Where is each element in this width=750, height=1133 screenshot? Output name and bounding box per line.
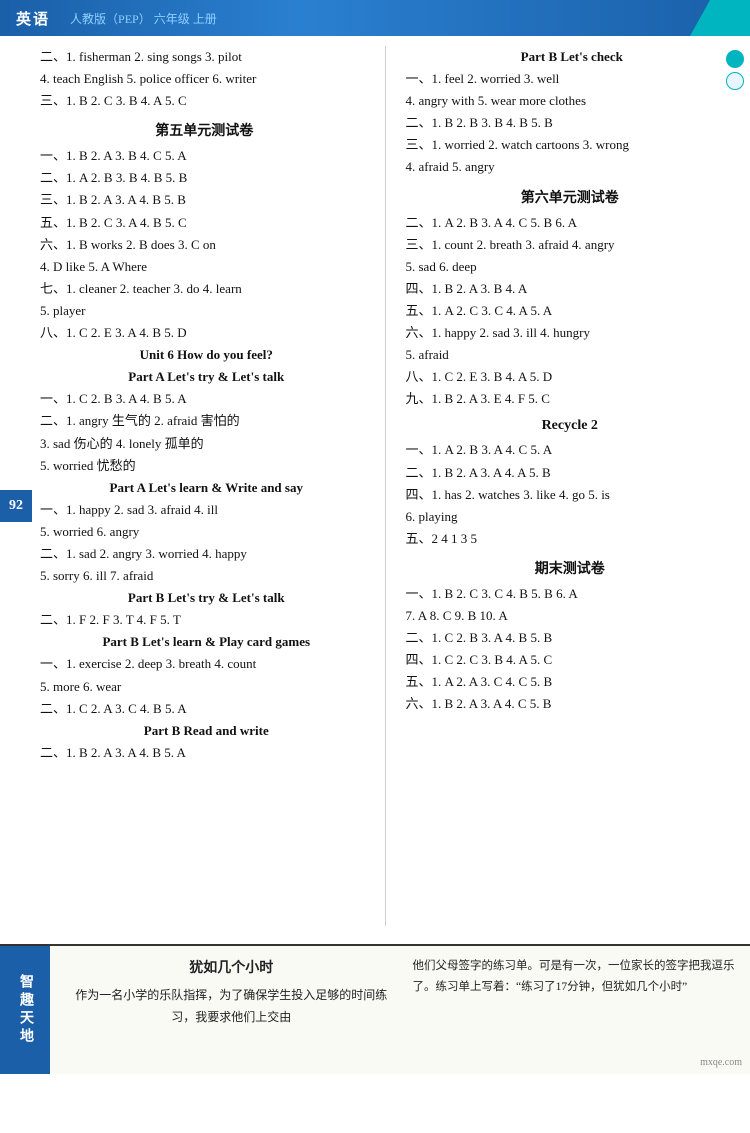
list-item: 六、1. happy 2. sad 3. ill 4. hungry [402, 322, 739, 344]
list-item: 二、1. B 2. A 3. A 4. A 5. B [402, 462, 739, 484]
list-item: 7. A 8. C 9. B 10. A [402, 605, 739, 627]
page-number-badge: 92 [0, 490, 32, 522]
list-item: 一、1. A 2. B 3. A 4. C 5. A [402, 439, 739, 461]
list-item: 4. afraid 5. angry [402, 156, 739, 178]
list-item: 二、1. B 2. B 3. B 4. B 5. B [402, 112, 739, 134]
list-item: 二、1. F 2. F 3. T 4. F 5. T [36, 609, 373, 631]
list-item: 第六单元测试卷 [402, 187, 739, 207]
list-item: 期末测试卷 [402, 558, 739, 578]
list-item: 三、1. B 2. A 3. A 4. B 5. B [36, 189, 373, 211]
list-item: 三、1. worried 2. watch cartoons 3. wrong [402, 134, 739, 156]
page-header: 英语 人教版（PEP） 六年级 上册 [0, 0, 750, 36]
wisdom-right-para: 他们父母签字的练习单。可是有一次，一位家长的签字把我逗乐了。练习单上写着：“练习… [413, 956, 736, 1064]
list-item: 七、1. cleaner 2. teacher 3. do 4. learn [36, 278, 373, 300]
list-item: Part B Let's try & Let's talk [36, 587, 373, 609]
list-item: 五、1. A 2. A 3. C 4. C 5. B [402, 671, 739, 693]
list-item: 二、1. B 2. A 3. A 4. B 5. A [36, 742, 373, 764]
list-item: Part B Let's check [402, 46, 739, 68]
list-item: 5. player [36, 300, 373, 322]
list-item: 三、1. count 2. breath 3. afraid 4. angry [402, 234, 739, 256]
list-item: 三、1. B 2. C 3. B 4. A 5. C [36, 90, 373, 112]
list-item: 4. angry with 5. wear more clothes [402, 90, 739, 112]
right-column: Part B Let's check一、1. feel 2. worried 3… [386, 46, 739, 926]
list-item: 二、1. fisherman 2. sing songs 3. pilot [36, 46, 373, 68]
list-item: 四、1. C 2. C 3. B 4. A 5. C [402, 649, 739, 671]
teal-dot-outline-indicator [726, 72, 744, 90]
list-item: 四、1. has 2. watches 3. like 4. go 5. is [402, 484, 739, 506]
list-item: 二、1. A 2. B 3. B 4. B 5. B [36, 167, 373, 189]
wisdom-badge: 智趣天地 [0, 946, 50, 1074]
list-item: 一、1. exercise 2. deep 3. breath 4. count [36, 653, 373, 675]
list-item: 二、1. C 2. A 3. C 4. B 5. A [36, 698, 373, 720]
list-item: 一、1. happy 2. sad 3. afraid 4. ill [36, 499, 373, 521]
list-item: 一、1. feel 2. worried 3. well [402, 68, 739, 90]
list-item: 5. afraid [402, 344, 739, 366]
list-item: 5. worried 6. angry [36, 521, 373, 543]
left-column: 二、1. fisherman 2. sing songs 3. pilot 4.… [36, 46, 386, 926]
edition-label: 人教版（PEP） 六年级 上册 [70, 10, 217, 27]
list-item: 二、1. C 2. B 3. A 4. B 5. B [402, 627, 739, 649]
list-item: Part A Let's try & Let's talk [36, 366, 373, 388]
list-item: 六、1. B works 2. B does 3. C on [36, 234, 373, 256]
list-item: 五、1. B 2. C 3. A 4. B 5. C [36, 212, 373, 234]
list-item: 一、1. B 2. A 3. B 4. C 5. A [36, 145, 373, 167]
list-item: 5. sad 6. deep [402, 256, 739, 278]
wisdom-badge-text: 智趣天地 [15, 974, 35, 1046]
watermark: mxqe.com [700, 1057, 742, 1068]
list-item: 第五单元测试卷 [36, 120, 373, 140]
list-item: 3. sad 伤心的 4. lonely 孤单的 [36, 433, 373, 455]
list-item: 八、1. C 2. E 3. A 4. B 5. D [36, 322, 373, 344]
list-item: 4. D like 5. A Where [36, 256, 373, 278]
list-item: 八、1. C 2. E 3. B 4. A 5. D [402, 366, 739, 388]
list-item: 九、1. B 2. A 3. E 4. F 5. C [402, 388, 739, 410]
list-item: 5. worried 忧愁的 [36, 455, 373, 477]
main-content: 二、1. fisherman 2. sing songs 3. pilot 4.… [0, 36, 750, 936]
list-item: 5. sorry 6. ill 7. afraid [36, 565, 373, 587]
list-item: 五、2 4 1 3 5 [402, 528, 739, 550]
list-item: 5. more 6. wear [36, 676, 373, 698]
list-item: Part B Let's learn & Play card games [36, 631, 373, 653]
list-item: 二、1. sad 2. angry 3. worried 4. happy [36, 543, 373, 565]
list-item: 一、1. C 2. B 3. A 4. B 5. A [36, 388, 373, 410]
list-item: 4. teach English 5. police officer 6. wr… [36, 68, 373, 90]
wisdom-left-text: 犹如几个小时 作为一名小学的乐队指挥，为了确保学生投入足够的时间练习，我要求他们… [70, 956, 393, 1064]
list-item: 六、1. B 2. A 3. A 4. C 5. B [402, 693, 739, 715]
list-item: 二、1. A 2. B 3. A 4. C 5. B 6. A [402, 212, 739, 234]
list-item: 五、1. A 2. C 3. C 4. A 5. A [402, 300, 739, 322]
bottom-wisdom-section: 智趣天地 犹如几个小时 作为一名小学的乐队指挥，为了确保学生投入足够的时间练习，… [0, 944, 750, 1074]
subject-label: 英语 [16, 8, 50, 29]
list-item: 四、1. B 2. A 3. B 4. A [402, 278, 739, 300]
list-item: 一、1. B 2. C 3. C 4. B 5. B 6. A [402, 583, 739, 605]
wisdom-content-area: 犹如几个小时 作为一名小学的乐队指挥，为了确保学生投入足够的时间练习，我要求他们… [55, 946, 750, 1074]
list-item: 6. playing [402, 506, 739, 528]
list-item: Part B Read and write [36, 720, 373, 742]
wisdom-title: 犹如几个小时 [70, 956, 393, 981]
list-item: Part A Let's learn & Write and say [36, 477, 373, 499]
wisdom-left-para: 作为一名小学的乐队指挥，为了确保学生投入足够的时间练习，我要求他们上交由 [70, 985, 393, 1028]
list-item: 二、1. angry 生气的 2. afraid 害怕的 [36, 410, 373, 432]
teal-dot-indicator [726, 50, 744, 68]
header-teal-accent [690, 0, 750, 36]
list-item: Recycle 2 [402, 418, 739, 434]
list-item: Unit 6 How do you feel? [36, 344, 373, 366]
